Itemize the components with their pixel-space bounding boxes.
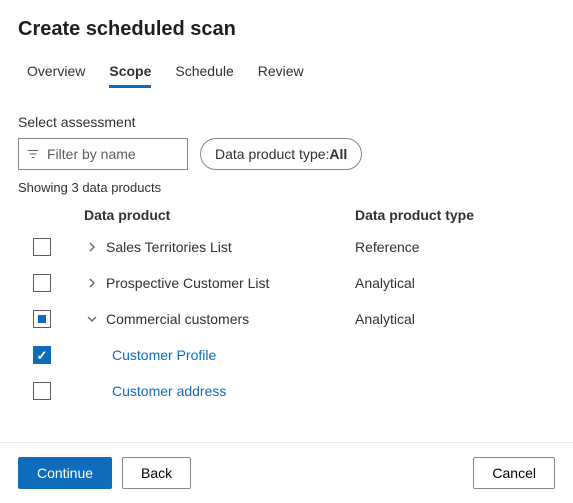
select-assessment-label: Select assessment (18, 114, 555, 130)
col-header-name: Data product (66, 207, 355, 223)
row-name: Sales Territories List (106, 239, 232, 255)
row-checkbox[interactable] (33, 238, 51, 256)
row-name: Commercial customers (106, 311, 249, 327)
data-product-type-filter[interactable]: Data product type: All (200, 138, 362, 170)
row-type: Analytical (355, 275, 555, 291)
tab-schedule[interactable]: Schedule (175, 59, 233, 88)
tab-review[interactable]: Review (258, 59, 304, 88)
chevron-right-icon[interactable] (84, 242, 100, 252)
page-title: Create scheduled scan (18, 18, 555, 41)
showing-count: Showing 3 data products (18, 180, 555, 195)
col-header-type: Data product type (355, 207, 555, 223)
tab-overview[interactable]: Overview (27, 59, 85, 88)
grid-header: Data product Data product type (18, 201, 555, 229)
table-row: Sales Territories List Reference (18, 229, 555, 265)
footer-actions: Continue Back Cancel (0, 442, 573, 503)
table-row: Prospective Customer List Analytical (18, 265, 555, 301)
table-row: Commercial customers Analytical (18, 301, 555, 337)
tab-bar: Overview Scope Schedule Review (18, 59, 555, 88)
row-name: Prospective Customer List (106, 275, 269, 291)
row-name-link[interactable]: Customer Profile (112, 347, 216, 363)
table-row: Customer Profile (18, 337, 555, 373)
row-checkbox[interactable] (33, 382, 51, 400)
continue-button[interactable]: Continue (18, 457, 112, 489)
row-name-link[interactable]: Customer address (112, 383, 226, 399)
row-checkbox[interactable] (33, 346, 51, 364)
type-pill-value: All (329, 146, 347, 162)
type-pill-prefix: Data product type: (215, 146, 329, 162)
row-checkbox[interactable] (33, 274, 51, 292)
row-type: Analytical (355, 311, 555, 327)
filter-by-name-input[interactable] (18, 138, 188, 170)
back-button[interactable]: Back (122, 457, 191, 489)
filter-icon (27, 148, 39, 160)
table-row: Customer address (18, 373, 555, 409)
cancel-button[interactable]: Cancel (473, 457, 555, 489)
chevron-down-icon[interactable] (84, 315, 100, 323)
tab-scope[interactable]: Scope (109, 59, 151, 88)
row-checkbox[interactable] (33, 310, 51, 328)
row-type: Reference (355, 239, 555, 255)
chevron-right-icon[interactable] (84, 278, 100, 288)
